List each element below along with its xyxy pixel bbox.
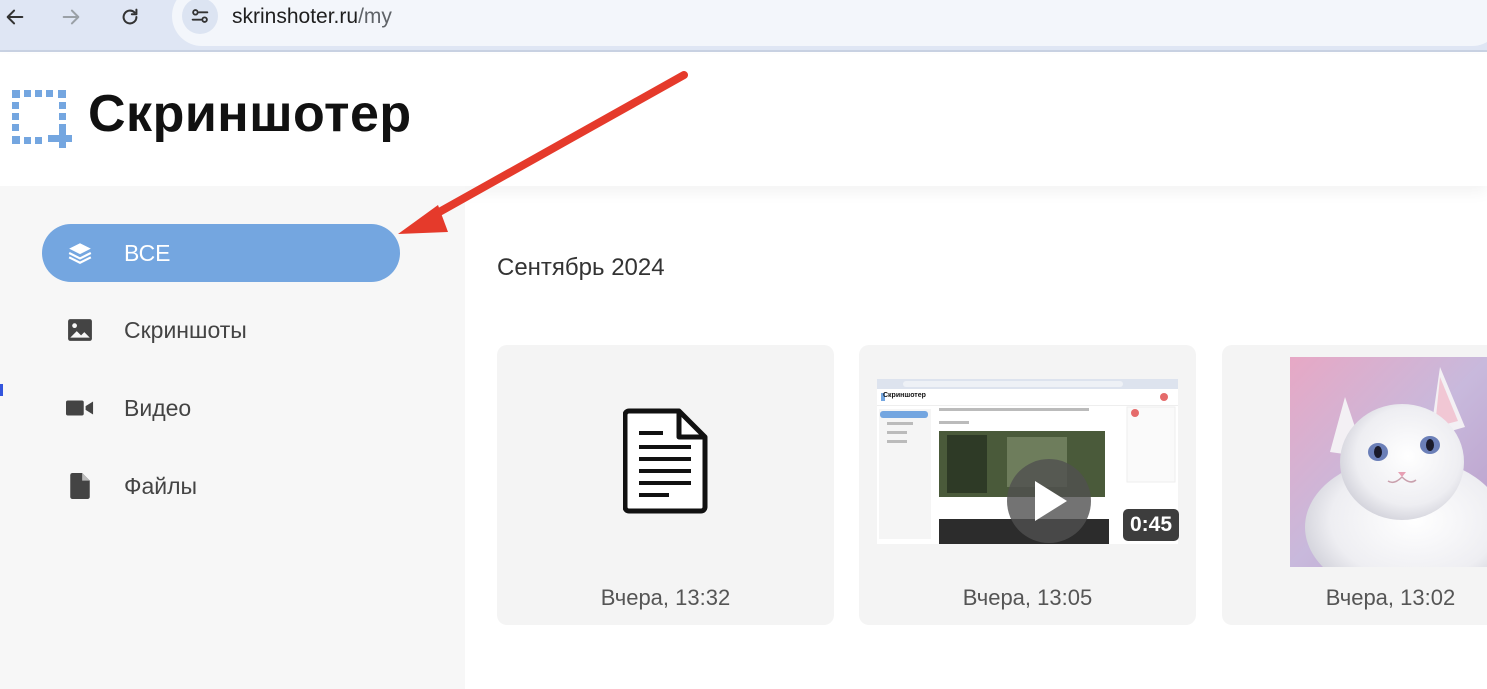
arrow-left-icon xyxy=(6,9,24,25)
sidebar-item-video[interactable]: Видео xyxy=(42,379,400,437)
media-card-file[interactable]: Вчера, 13:32 xyxy=(497,345,834,625)
forward-button[interactable] xyxy=(56,0,86,34)
image-icon xyxy=(66,316,94,344)
card-time: Вчера, 13:02 xyxy=(1325,585,1456,610)
card-time: Вчера, 13:32 xyxy=(600,585,731,610)
media-card-screenshot[interactable]: Вчера, 13:02 xyxy=(1222,345,1487,625)
sidebar-item-label: Видео xyxy=(124,394,192,421)
card-time: Вчера, 13:05 xyxy=(962,585,1093,610)
sidebar-item-files[interactable]: Файлы xyxy=(42,457,400,515)
sidebar-item-screenshots[interactable]: Скриншоты xyxy=(42,301,400,359)
back-button[interactable] xyxy=(0,0,30,34)
arrow-right-icon xyxy=(62,9,80,25)
sidebar-item-label: ВСЕ xyxy=(124,239,171,266)
file-icon xyxy=(66,472,94,500)
url-host: skrinshoter.ru xyxy=(232,5,359,28)
url-text[interactable]: skrinshoter.ru/my xyxy=(232,5,392,29)
screenshot-selection-icon[interactable] xyxy=(8,86,74,152)
layers-icon xyxy=(66,239,94,267)
video-camera-icon xyxy=(66,394,94,422)
video-duration-badge: 0:45 xyxy=(1122,509,1179,541)
media-card-video[interactable]: Скриншотер 0:45 Вчера, 13:05 xyxy=(859,345,1196,625)
site-header: Скриншотер xyxy=(0,54,1487,186)
sidebar-item-all[interactable]: ВСЕ xyxy=(42,224,400,282)
url-path: /my xyxy=(358,5,392,28)
document-icon xyxy=(623,408,708,514)
sidebar: ВСЕ Скриншоты Видео Файлы xyxy=(0,186,465,689)
logo-text[interactable]: Скриншотер xyxy=(88,84,412,144)
white-kitten-image xyxy=(1290,357,1487,567)
thumb-logo-text: Скриншотер xyxy=(883,392,926,399)
month-title: Сентябрь 2024 xyxy=(497,254,665,281)
reload-button[interactable] xyxy=(115,0,145,34)
tune-icon xyxy=(191,9,209,23)
sidebar-item-label: Файлы xyxy=(124,472,198,499)
scroll-marker xyxy=(0,384,3,396)
browser-toolbar: skrinshoter.ru/my xyxy=(0,0,1487,52)
play-icon[interactable] xyxy=(1007,459,1091,543)
sidebar-item-label: Скриншоты xyxy=(124,316,247,343)
reload-icon xyxy=(122,8,138,25)
